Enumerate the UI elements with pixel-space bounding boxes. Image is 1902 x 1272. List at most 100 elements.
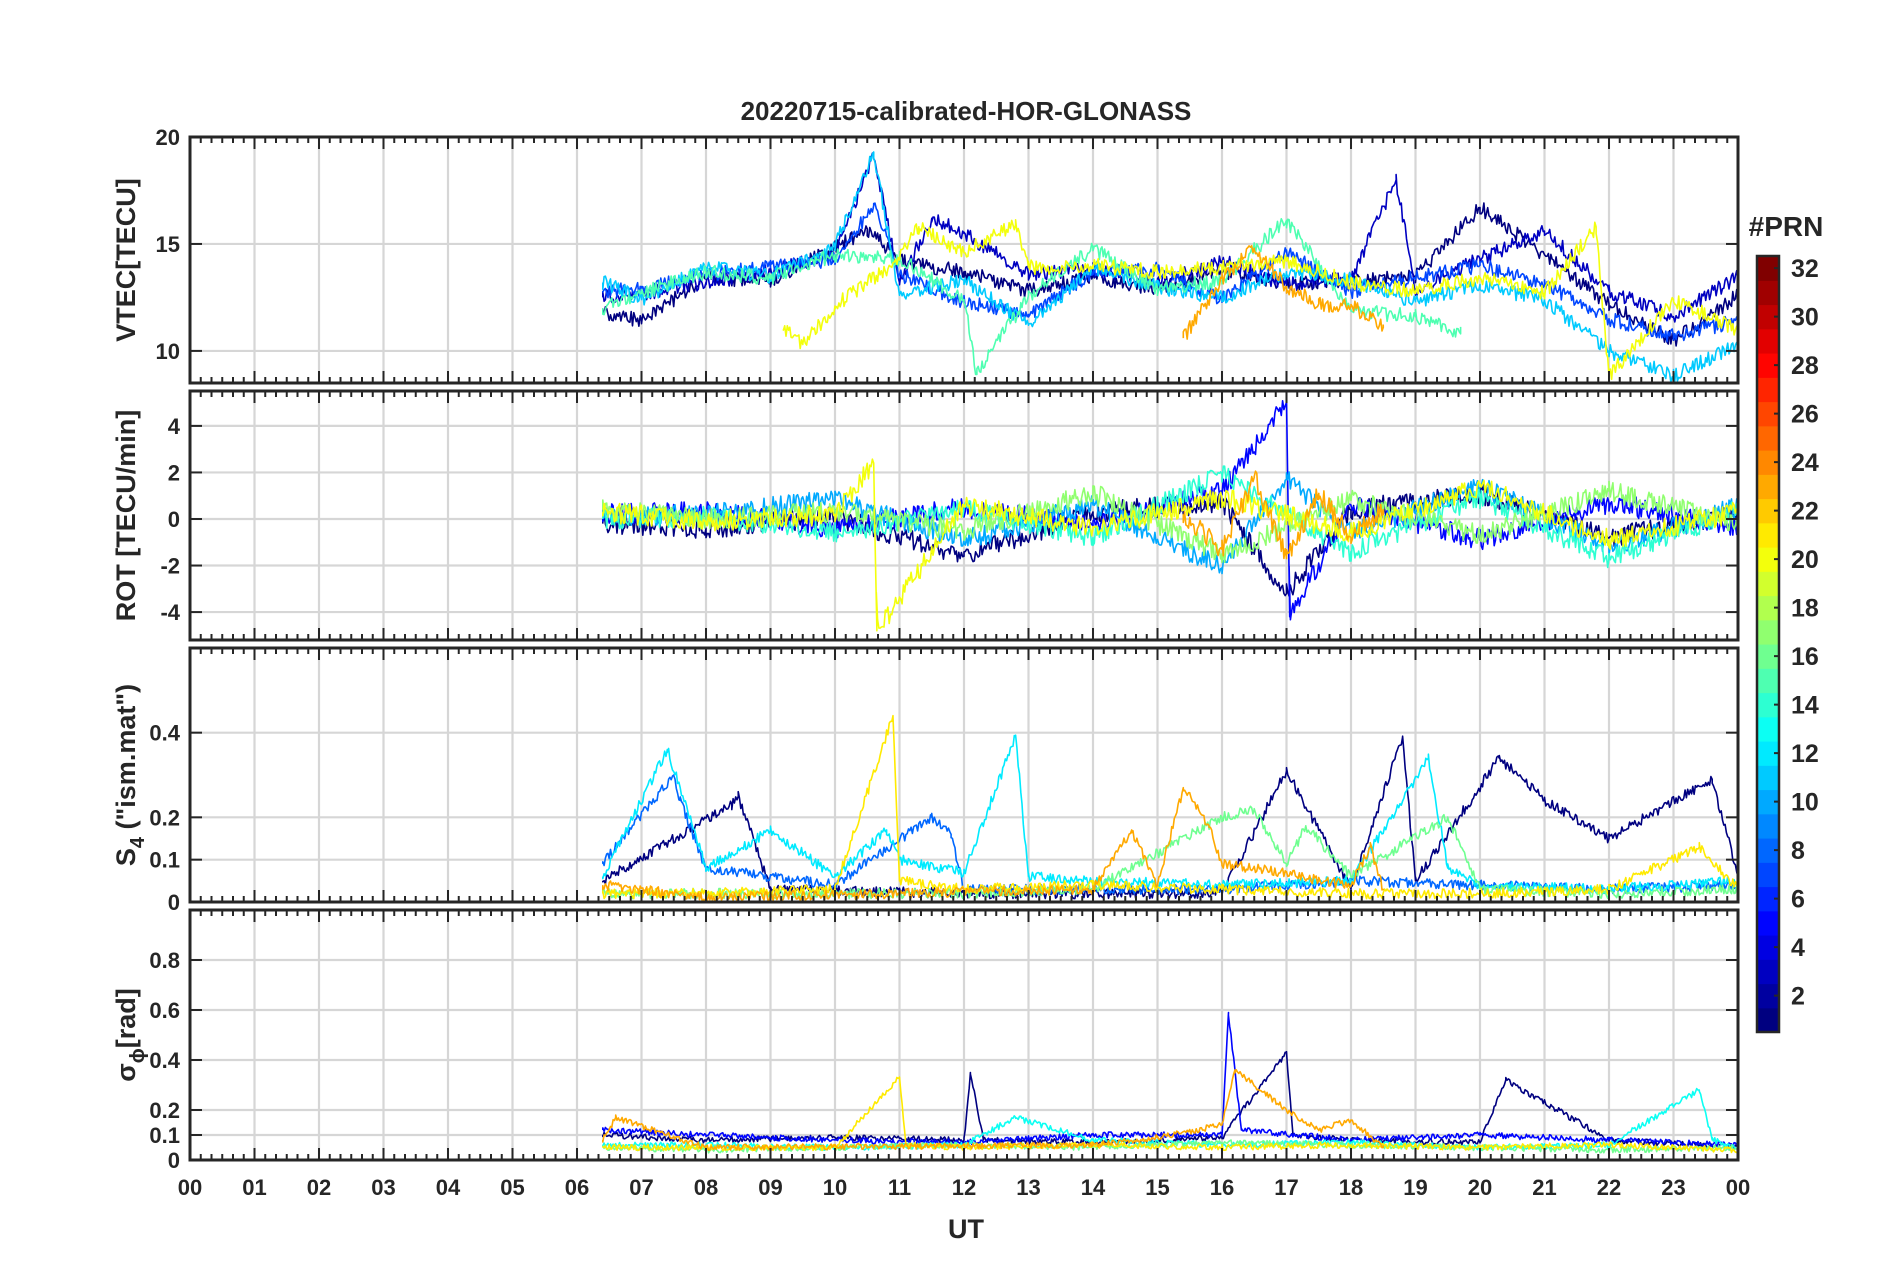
colorbar-tick-label: 18 bbox=[1791, 595, 1819, 623]
colorbar-tick-label: 22 bbox=[1791, 498, 1819, 526]
x-tick-label: 06 bbox=[565, 1175, 589, 1200]
panel-1-series bbox=[601, 151, 1738, 383]
x-tick-label: 01 bbox=[242, 1175, 266, 1200]
x-tick-label: 11 bbox=[888, 1175, 911, 1200]
x-tick-label: 09 bbox=[758, 1175, 782, 1200]
colorbar-segment bbox=[1757, 765, 1779, 791]
panel-2-y-axis-label: ROT [TECU/min] bbox=[111, 410, 141, 621]
colorbar-segment bbox=[1757, 522, 1779, 548]
colorbar-segment bbox=[1757, 668, 1779, 694]
colorbar-tick-label: 16 bbox=[1791, 643, 1819, 671]
series-prn-12 bbox=[601, 734, 1738, 895]
y-label-main: VTEC[TECU] bbox=[111, 178, 141, 342]
colorbar-segment bbox=[1757, 425, 1779, 451]
x-tick-label: 14 bbox=[1081, 1175, 1106, 1200]
colorbar-segment bbox=[1757, 619, 1779, 645]
colorbar-segment bbox=[1757, 474, 1779, 500]
panel-3-ticks: 0 0.1 0.2 0.4 bbox=[149, 648, 1739, 915]
x-tick-label: 20 bbox=[1468, 1175, 1492, 1200]
colorbar-title: #PRN bbox=[1749, 211, 1824, 242]
y-tick-label: 0.2 bbox=[149, 1098, 180, 1123]
x-tick-label: 23 bbox=[1661, 1175, 1685, 1200]
series-prn-3 bbox=[601, 152, 1738, 323]
y-label-main: σ bbox=[111, 1063, 141, 1081]
colorbar-segment bbox=[1757, 571, 1779, 597]
colorbar-segment bbox=[1757, 910, 1779, 936]
panel-2: -4 -2 0 2 4 ROT [TECU/min] bbox=[111, 389, 1740, 642]
y-label-rest: [rad] bbox=[111, 988, 141, 1048]
y-tick-label: 0.2 bbox=[149, 805, 180, 830]
y-label-subscript: ϕ bbox=[127, 1048, 149, 1063]
x-tick-label: 13 bbox=[1016, 1175, 1040, 1200]
colorbar-tick-label: 30 bbox=[1791, 304, 1819, 332]
colorbar-segment bbox=[1757, 328, 1779, 354]
colorbar-segment bbox=[1757, 959, 1779, 985]
y-tick-label: 20 bbox=[156, 125, 180, 150]
colorbar-tick-label: 8 bbox=[1791, 837, 1805, 865]
y-tick-label: 10 bbox=[156, 339, 180, 364]
colorbar-segment bbox=[1757, 377, 1779, 403]
colorbar-tick-label: 20 bbox=[1791, 546, 1819, 574]
series-prn-13 bbox=[601, 1087, 1738, 1152]
x-tick-label: 22 bbox=[1597, 1175, 1621, 1200]
panel-1-y-axis-label: VTEC[TECU] bbox=[111, 178, 141, 342]
colorbar-segment bbox=[1757, 280, 1779, 306]
x-tick-label: 21 bbox=[1532, 1175, 1556, 1200]
panel-3: 0 0.1 0.2 0.4S4 ("ism.mat") bbox=[111, 646, 1740, 915]
y-tick-label: 2 bbox=[168, 460, 180, 485]
colorbar-tick-label: 14 bbox=[1791, 692, 1819, 720]
chart-title: 20220715-calibrated-HOR-GLONASS bbox=[741, 96, 1192, 126]
x-tick-labels: 00 01 02 03 04 05 06 07 08 09 10 11 12 13 14 15 16 17 18 19… bbox=[178, 1175, 1750, 1200]
x-tick-label: 08 bbox=[694, 1175, 718, 1200]
panel-2-series bbox=[601, 398, 1738, 632]
series-prn-5 bbox=[601, 1011, 1738, 1149]
x-tick-label: 17 bbox=[1274, 1175, 1298, 1200]
y-tick-label: 15 bbox=[156, 232, 180, 257]
x-tick-label: 15 bbox=[1145, 1175, 1169, 1200]
panel-4: 00.10.20.40.60.8σϕ[rad] bbox=[111, 908, 1740, 1173]
colorbar-tick-label: 4 bbox=[1791, 934, 1805, 962]
colorbar-tick-label: 2 bbox=[1791, 983, 1805, 1011]
colorbar-segment bbox=[1757, 813, 1779, 839]
x-tick-label: 16 bbox=[1210, 1175, 1234, 1200]
y-tick-label: 0.4 bbox=[149, 721, 180, 746]
panel-3-y-axis-label: S4 ("ism.mat") bbox=[111, 684, 149, 866]
x-tick-label: 10 bbox=[823, 1175, 847, 1200]
y-tick-label: 0.1 bbox=[149, 848, 180, 873]
panel-1-grid bbox=[188, 135, 1740, 383]
colorbar-tick-label: 28 bbox=[1791, 352, 1819, 380]
panel-4-y-axis-label: σϕ[rad] bbox=[111, 988, 149, 1081]
plot-panels: 101520VTEC[TECU]-4-2024ROT [TECU/min]00.… bbox=[111, 125, 1750, 1200]
x-tick-label: 03 bbox=[371, 1175, 395, 1200]
x-tick-label: 07 bbox=[629, 1175, 653, 1200]
colorbar-segment bbox=[1757, 716, 1779, 742]
colorbar-tick-label: 10 bbox=[1791, 789, 1819, 817]
y-label-rest: ("ism.mat") bbox=[111, 684, 141, 837]
x-tick-label: 18 bbox=[1339, 1175, 1363, 1200]
y-tick-label: 0 bbox=[168, 507, 180, 532]
panel-4-grid bbox=[188, 910, 1740, 1162]
colorbar-tick-label: 24 bbox=[1791, 449, 1819, 477]
x-tick-label: 04 bbox=[436, 1175, 461, 1200]
colorbar-segment bbox=[1757, 1007, 1779, 1033]
panel-3-grid bbox=[188, 648, 1740, 904]
colorbar-tick-label: 26 bbox=[1791, 401, 1819, 429]
colorbar-tick-label: 6 bbox=[1791, 886, 1805, 914]
y-tick-label: -2 bbox=[160, 554, 180, 579]
y-tick-label: 0.1 bbox=[149, 1123, 180, 1148]
colorbar-tick-label: 32 bbox=[1791, 255, 1819, 283]
series-prn-21 bbox=[601, 714, 1738, 900]
x-tick-label: 05 bbox=[500, 1175, 524, 1200]
y-tick-label: 0 bbox=[168, 890, 180, 915]
y-tick-label: 0.6 bbox=[149, 998, 180, 1023]
panel-1: 10 15 20 VTEC[TECU] bbox=[111, 125, 1740, 385]
y-tick-label: 0.8 bbox=[149, 948, 180, 973]
x-tick-label: 00 bbox=[178, 1175, 202, 1200]
y-tick-label: 0 bbox=[168, 1148, 180, 1173]
prn-colorbar: #PRN 2468101214161820222426283032 bbox=[1749, 211, 1824, 1034]
y-tick-label: 0.4 bbox=[149, 1048, 180, 1073]
panel-4-series bbox=[601, 1011, 1738, 1154]
colorbar-segment bbox=[1757, 862, 1779, 888]
x-tick-label: 19 bbox=[1403, 1175, 1427, 1200]
y-tick-label: 4 bbox=[168, 414, 181, 439]
